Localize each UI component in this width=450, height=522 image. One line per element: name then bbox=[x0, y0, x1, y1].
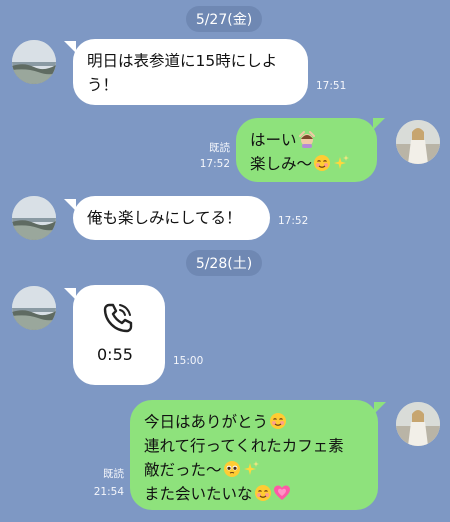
woman-gesturing-ok-emoji-icon bbox=[298, 131, 315, 148]
person-beach-avatar-image bbox=[396, 402, 440, 446]
smiling-face-emoji-icon bbox=[254, 485, 271, 501]
sparkles-emoji-icon bbox=[243, 461, 259, 475]
message-line: 連れて行ってくれたカフェ素 bbox=[144, 437, 344, 455]
my-avatar[interactable] bbox=[396, 402, 440, 446]
call-message-bubble[interactable]: 0:55 bbox=[73, 285, 165, 385]
message-line: また会いたいな bbox=[144, 482, 364, 506]
pleading-face-emoji-icon bbox=[223, 461, 240, 477]
message-time: 15:00 bbox=[173, 355, 204, 367]
message-line: はーい bbox=[250, 128, 363, 152]
my-avatar[interactable] bbox=[396, 120, 440, 164]
message-time: 17:52 bbox=[199, 158, 230, 170]
incoming-message-bubble[interactable]: 俺も楽しみにしてる！ bbox=[73, 196, 270, 240]
message-time: 17:52 bbox=[278, 215, 309, 227]
message-line: 今日はありがとう bbox=[144, 410, 364, 434]
contact-avatar[interactable] bbox=[12, 40, 56, 84]
bubble-tail bbox=[374, 402, 386, 414]
outgoing-message-bubble[interactable]: はーい 楽しみ〜 bbox=[236, 118, 377, 182]
outgoing-message-bubble[interactable]: 今日はありがとう 連れて行ってくれたカフェ素 敵だった〜 また会いたいな bbox=[130, 400, 378, 510]
message-line: 俺も楽しみにしてる！ bbox=[87, 209, 242, 227]
lake-landscape-avatar-image bbox=[12, 196, 56, 240]
contact-avatar[interactable] bbox=[12, 196, 56, 240]
lake-landscape-avatar-image bbox=[12, 286, 56, 330]
message-line: 楽しみ〜 bbox=[250, 152, 363, 176]
growing-heart-emoji-icon bbox=[273, 485, 290, 500]
read-receipt: 既読 bbox=[209, 142, 230, 154]
date-separator: 5/27(金) bbox=[186, 6, 262, 32]
contact-avatar[interactable] bbox=[12, 286, 56, 330]
message-line: 明日は表参道に15時にしよ bbox=[87, 52, 278, 70]
smiling-face-emoji-icon bbox=[314, 155, 331, 171]
message-time: 17:51 bbox=[316, 80, 347, 92]
bubble-tail bbox=[373, 118, 385, 130]
lake-landscape-avatar-image bbox=[12, 40, 56, 84]
read-receipt: 既読 bbox=[103, 468, 124, 480]
date-separator: 5/28(土) bbox=[186, 250, 262, 276]
call-duration: 0:55 bbox=[97, 345, 133, 364]
chat-view[interactable]: 5/27(金) 明日は表参道に15時にしよ う！ 17:51 既読 17:52 … bbox=[0, 0, 450, 522]
message-line: う！ bbox=[87, 76, 119, 94]
message-time: 21:54 bbox=[93, 486, 124, 498]
incoming-message-bubble[interactable]: 明日は表参道に15時にしよ う！ bbox=[73, 39, 308, 105]
phone-call-icon bbox=[103, 303, 133, 333]
person-beach-avatar-image bbox=[396, 120, 440, 164]
message-line: 敵だった〜 bbox=[144, 458, 364, 482]
sparkles-emoji-icon bbox=[334, 155, 350, 169]
smiling-face-emoji-icon bbox=[270, 413, 287, 429]
